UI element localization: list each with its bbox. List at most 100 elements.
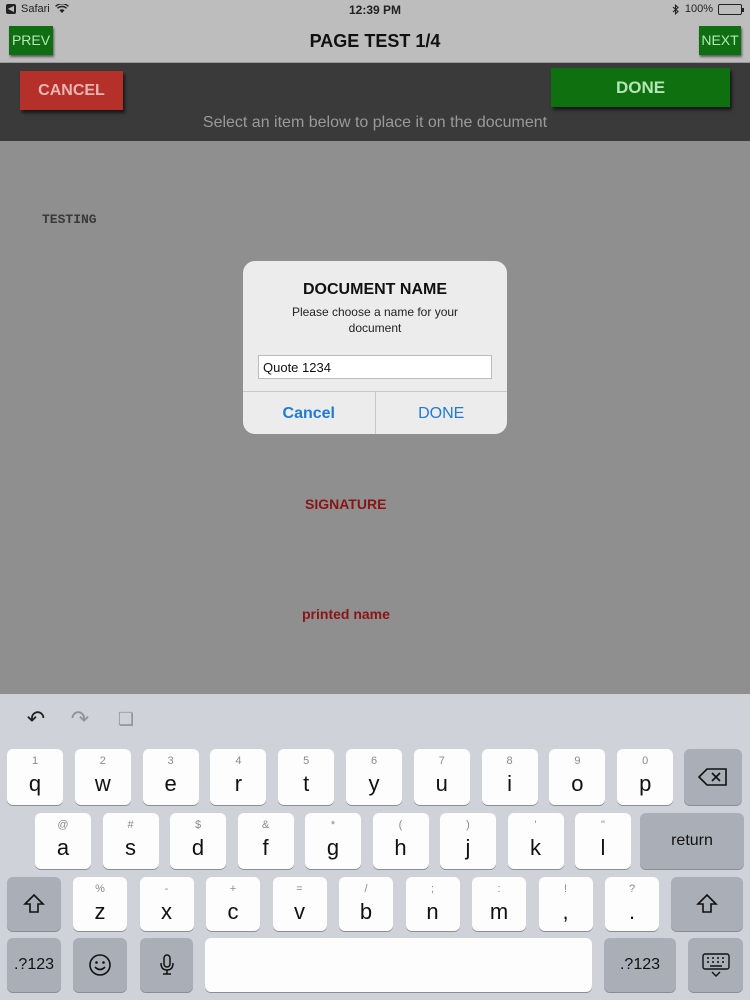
title-bar: PREV PAGE TEST 1/4 NEXT [0, 20, 750, 63]
key-alt-label: $ [194, 819, 202, 831]
key-main-label: c [227, 899, 239, 924]
delete-key[interactable] [684, 749, 742, 805]
key-8[interactable]: " l [575, 813, 631, 869]
key-alt-label: + [229, 883, 237, 895]
key-3[interactable]: 4r [210, 749, 267, 805]
cancel-button[interactable]: CANCEL [20, 71, 123, 110]
dialog-buttons: Cancel DONE [243, 391, 507, 434]
numbers-key-left[interactable]: .?123 [7, 938, 61, 992]
key-alt-label: 0 [642, 755, 649, 767]
return-key[interactable]: return [640, 813, 744, 869]
key-main-label: f [262, 835, 269, 860]
key-main-label: j [465, 835, 471, 860]
key-main-label: h [394, 835, 407, 860]
key-alt-label: 2 [99, 755, 106, 767]
key-7[interactable]: !, [538, 877, 593, 931]
dialog-message: Please choose a name for your document [291, 305, 459, 335]
key-alt-label: - [164, 883, 169, 895]
key-main-label: m [489, 899, 509, 924]
key-alt-label: = [296, 883, 303, 895]
undo-icon[interactable]: ↶ [22, 706, 50, 732]
numbers-key-right[interactable]: .?123 [604, 938, 676, 992]
dictation-key[interactable] [140, 938, 193, 992]
dialog-title: DOCUMENT NAME [303, 281, 447, 298]
key-0[interactable]: 1q [7, 749, 63, 805]
key-1[interactable]: -x [139, 877, 194, 931]
key-main-label: b [359, 899, 373, 924]
key-5[interactable]: ; n [405, 877, 460, 931]
key-8[interactable]: 9o [549, 749, 606, 805]
key-alt-label: 6 [370, 755, 378, 767]
key-main-label: v [294, 899, 305, 924]
key-alt-label: % [95, 883, 105, 895]
key-4[interactable]: / b [339, 877, 393, 931]
key-alt-label: ; [430, 883, 435, 895]
hide-keyboard-key[interactable] [688, 938, 743, 992]
key-alt-label: ( [398, 819, 403, 831]
dialog-done-button[interactable]: DONE [376, 392, 508, 434]
key-0[interactable]: @ a [35, 813, 91, 869]
shift-key-right[interactable] [671, 877, 743, 931]
shift-icon [696, 893, 718, 913]
key-5[interactable]: 6y [346, 749, 402, 805]
key-main-label: w [94, 771, 111, 796]
key-1[interactable]: # s [102, 813, 159, 869]
key-7[interactable]: 8i [481, 749, 538, 805]
dialog-cancel-button[interactable]: Cancel [243, 392, 376, 434]
key-main-label: s [125, 835, 136, 860]
microphone-icon [159, 954, 174, 975]
document-name-input[interactable] [258, 355, 492, 379]
key-9[interactable]: 0p [617, 749, 674, 805]
key-alt-label: 9 [574, 755, 581, 767]
instruction-text: Select an item below to place it on the … [202, 114, 548, 131]
page-title: PAGE TEST 1/4 [309, 31, 441, 51]
signature-field[interactable]: SIGNATURE [305, 496, 386, 512]
key-8[interactable]: ?. [605, 877, 659, 931]
key-4[interactable]: 5t [278, 749, 335, 805]
key-alt-label: 7 [438, 755, 445, 767]
key-6[interactable]: ) j [440, 813, 496, 869]
shift-icon [23, 893, 45, 913]
next-button[interactable]: NEXT [699, 26, 741, 55]
key-alt-label: @ [57, 819, 69, 831]
printed-name-field[interactable]: printed name [302, 606, 390, 622]
key-main-label: p [639, 771, 652, 796]
key-6[interactable]: :m [472, 877, 526, 931]
key-5[interactable]: (h [372, 813, 429, 869]
key-7[interactable]: ' k [507, 813, 564, 869]
shift-key-left[interactable] [7, 877, 61, 931]
key-alt-label: 5 [303, 755, 310, 767]
key-3[interactable]: & f [237, 813, 294, 869]
key-2[interactable]: $ d [170, 813, 226, 869]
space-bar[interactable] [205, 938, 592, 992]
key-4[interactable]: * g [305, 813, 361, 869]
key-main-label: a [56, 835, 70, 860]
key-6[interactable]: 7u [413, 749, 470, 805]
key-main-label: u [435, 771, 448, 796]
key-1[interactable]: 2w [74, 749, 131, 805]
status-bar: ◀ Safari 12:39 PM 100% [0, 0, 750, 20]
key-main-label: e [164, 771, 177, 796]
key-2[interactable]: 3e [142, 749, 199, 805]
key-alt-label: ' [534, 819, 537, 831]
emoji-key[interactable] [73, 938, 127, 992]
key-main-label: q [28, 771, 42, 796]
redo-icon[interactable]: ↷ [66, 706, 94, 732]
key-main-label: g [326, 835, 340, 860]
key-alt-label: ! [563, 883, 568, 895]
key-main-label: d [191, 835, 205, 860]
key-alt-label: 4 [235, 755, 242, 767]
key-0[interactable]: % z [73, 877, 127, 931]
emoji-icon [89, 954, 111, 976]
paste-icon[interactable]: ❏ [112, 706, 140, 732]
key-3[interactable]: = v [272, 877, 327, 931]
action-bar: CANCEL DONE Select an item below to plac… [0, 63, 750, 141]
key-main-label: y [368, 771, 380, 796]
key-main-label: n [426, 899, 439, 924]
done-button[interactable]: DONE [551, 68, 730, 107]
document-text-testing: TESTING [42, 212, 97, 227]
battery-icon [718, 3, 744, 15]
key-2[interactable]: + c [206, 877, 260, 931]
hide-keyboard-icon [701, 953, 730, 977]
key-alt-label: 1 [31, 755, 39, 767]
